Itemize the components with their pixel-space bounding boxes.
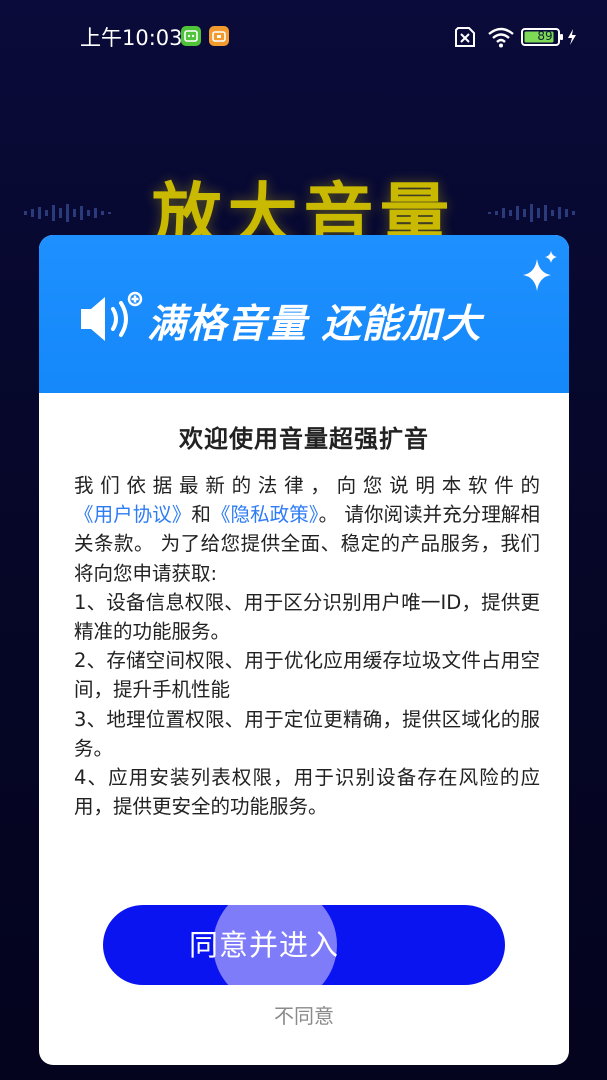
dialog-header-banner: 满格音量 还能加大: [39, 235, 569, 393]
sound-wave-decoration: [488, 204, 575, 222]
header-slogan: 满格音量 还能加大: [147, 302, 482, 347]
user-agreement-link[interactable]: 《用户协议》: [74, 503, 191, 526]
speaker-plus-icon: [81, 291, 143, 341]
permission-item: 2、存储空间权限、用于优化应用缓存垃圾文件占用空间，提升手机性能: [74, 649, 540, 702]
notification-app-icon: [181, 26, 201, 46]
disagree-button[interactable]: 不同意: [39, 1000, 569, 1029]
notification-app-icon: [209, 26, 229, 46]
sim-off-icon: [455, 27, 475, 47]
intro-and: 和: [191, 503, 211, 527]
charging-icon: [568, 29, 576, 45]
permission-item: 1、设备信息权限、用于区分识别用户唯一ID，提供更精准的功能服务。: [74, 590, 540, 644]
sound-wave-decoration: [24, 204, 111, 222]
sparkle-icon: [523, 251, 557, 291]
intro-paragraph: 我们依据最新的法律，向您说明本软件的《用户协议》和《隐私政策》。 请你阅读并充分…: [74, 471, 540, 588]
status-bar: 上午10:03 89: [0, 0, 607, 72]
agree-and-enter-button[interactable]: 同意并进入: [103, 905, 505, 985]
privacy-consent-dialog: 满格音量 还能加大 欢迎使用音量超强扩音 我们依据最新的法律，向您说明本软件的《…: [39, 235, 569, 1065]
battery-level: 89: [537, 29, 553, 43]
privacy-policy-link[interactable]: 《隐私政策》: [211, 503, 319, 526]
permission-item: 3、地理位置权限、用于定位更精确，提供区域化的服务。: [74, 707, 540, 760]
agree-button-label: 同意并进入: [188, 928, 339, 962]
dialog-body-text: 我们依据最新的法律，向您说明本软件的《用户协议》和《隐私政策》。 请你阅读并充分…: [74, 471, 540, 821]
status-time: 上午10:03: [80, 26, 183, 50]
dialog-title: 欢迎使用音量超强扩音: [179, 425, 429, 453]
permission-item: 4、应用安装列表权限，用于识别设备存在风险的应用，提供更安全的功能服务。: [74, 766, 540, 819]
intro-text: 我们依据最新的法律，向您说明本软件的: [74, 474, 540, 497]
wifi-icon: [488, 27, 514, 48]
